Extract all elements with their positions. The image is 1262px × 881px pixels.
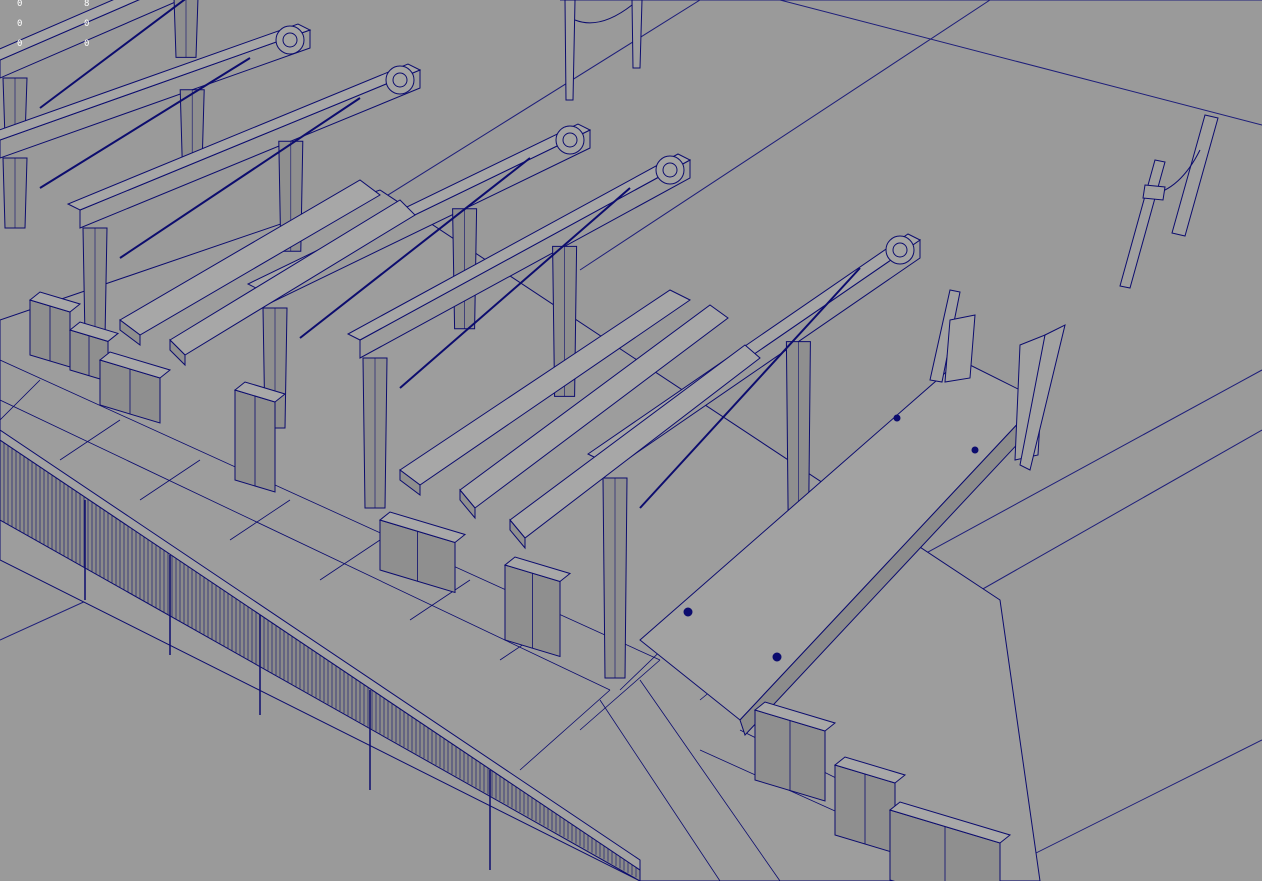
hud-value: 0 bbox=[84, 39, 90, 49]
3d-viewport[interactable]: 080000 bbox=[0, 0, 1262, 881]
hud-value: 0 bbox=[84, 19, 90, 29]
hud-row: 00 bbox=[0, 39, 100, 60]
hud-value: 0 bbox=[17, 19, 23, 29]
hud-value: 8 bbox=[84, 0, 90, 9]
hud-value: 0 bbox=[17, 39, 23, 49]
hud-value: 0 bbox=[17, 0, 23, 9]
wireframe-scene bbox=[0, 0, 1262, 881]
hud-readout: 080000 bbox=[0, 0, 100, 60]
